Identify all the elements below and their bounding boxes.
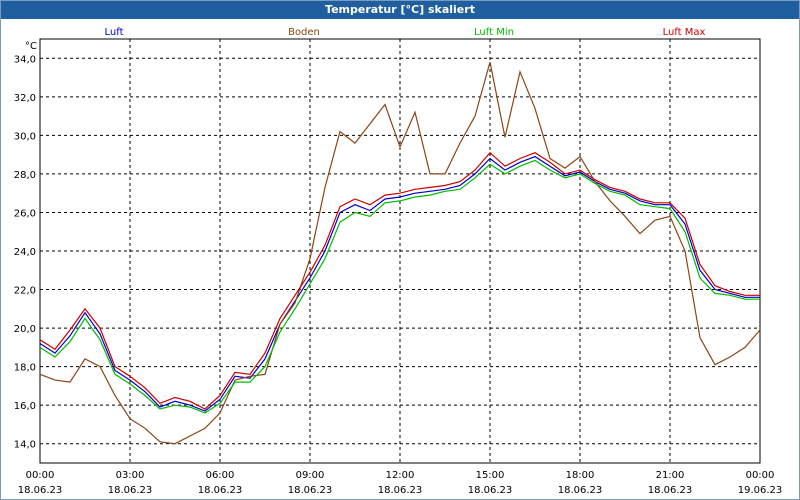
y-tick-label: 14,0 xyxy=(14,440,36,451)
x-tick-time: 09:00 xyxy=(296,470,325,481)
y-tick-label: 32,0 xyxy=(14,93,36,104)
x-tick-date: 18.06.23 xyxy=(198,485,243,496)
temperature-chart: Luft Boden Luft Min Luft Max °C 14,0 16,0 18,… xyxy=(14,27,783,496)
x-tick-time: 00:00 xyxy=(26,470,55,481)
x-tick-date: 19.06.23 xyxy=(738,485,783,496)
x-tick-time: 00:00 xyxy=(746,470,775,481)
x-tick-time: 12:00 xyxy=(386,470,415,481)
x-tick-date: 18.06.23 xyxy=(18,485,63,496)
x-tick-time: 18:00 xyxy=(566,470,595,481)
y-tick-label: 24,0 xyxy=(14,247,36,258)
x-tick-date: 18.06.23 xyxy=(648,485,693,496)
x-tick-date: 18.06.23 xyxy=(558,485,603,496)
x-tick-time: 06:00 xyxy=(206,470,235,481)
x-tick-date: 18.06.23 xyxy=(378,485,423,496)
y-axis-ticks: 14,0 16,0 18,0 20,0 22,0 24,0 26,0 28,0 30,0 32,0… xyxy=(14,54,36,450)
y-tick-label: 28,0 xyxy=(14,170,36,181)
y-tick-label: 18,0 xyxy=(14,363,36,374)
y-tick-label: 16,0 xyxy=(14,401,36,412)
x-tick-time: 03:00 xyxy=(116,470,145,481)
legend-entry: Boden xyxy=(288,27,320,38)
x-axis-ticks: 00:00 18.06.23 03:00 18.06.23 06:00 18.06.23 0… xyxy=(18,470,783,496)
legend-entry: Luft xyxy=(105,27,124,38)
x-tick-date: 18.06.23 xyxy=(108,485,153,496)
y-tick-label: 22,0 xyxy=(14,286,36,297)
x-tick-date: 18.06.23 xyxy=(288,485,333,496)
x-tick-date: 18.06.23 xyxy=(468,485,513,496)
legend-entry: Luft Min xyxy=(474,27,514,38)
y-tick-label: 34,0 xyxy=(14,54,36,65)
x-tick-time: 15:00 xyxy=(476,470,505,481)
y-tick-label: 30,0 xyxy=(14,131,36,142)
x-tick-time: 21:00 xyxy=(656,470,685,481)
y-tick-label: 20,0 xyxy=(14,324,36,335)
legend-entry: Luft Max xyxy=(663,27,706,38)
y-tick-label: 26,0 xyxy=(14,208,36,219)
chart-window: Temperatur [°C] skaliert Luft Boden Luft M… xyxy=(0,0,800,500)
legend: Luft Boden Luft Min Luft Max xyxy=(105,27,706,38)
y-axis-unit: °C xyxy=(25,41,37,52)
